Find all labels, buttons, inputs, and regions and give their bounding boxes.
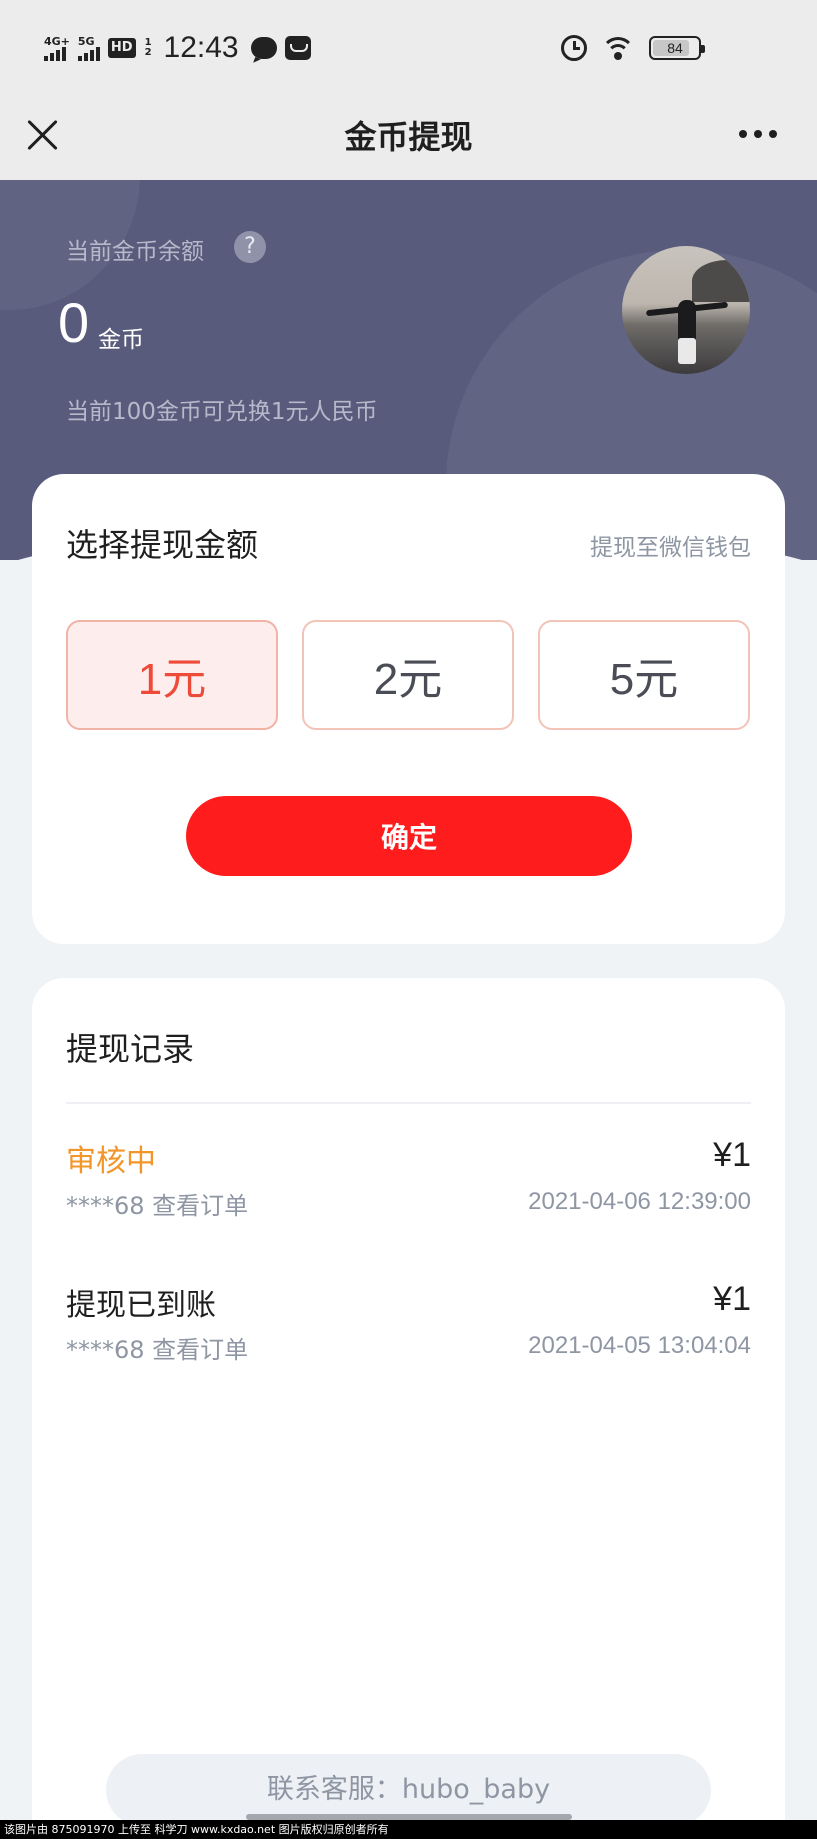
record-time: 2021-04-06 12:39:00: [528, 1188, 751, 1215]
status-bar-left: 4G+ 5G HD 1 2 12:43: [44, 28, 311, 68]
hd-sim-2: 2: [144, 47, 152, 58]
confirm-button[interactable]: 确定: [186, 796, 632, 876]
withdraw-amount-card: 选择提现金额 提现至微信钱包 1元 2元 5元 确定: [32, 474, 785, 944]
exchange-rate-text: 当前100金币可兑换1元人民币: [66, 399, 378, 425]
status-bar-right: 84: [561, 28, 705, 68]
battery-level: 84: [667, 40, 683, 56]
records-title: 提现记录: [66, 1030, 195, 1068]
record-status: 提现已到账: [66, 1288, 216, 1323]
record-amount: ¥1: [713, 1136, 751, 1174]
balance-value: 0: [58, 291, 90, 354]
hd-sim-indicator: 1 2: [145, 38, 152, 58]
battery-icon: 84: [649, 36, 705, 60]
withdraw-records-card: 提现记录 审核中 ¥1 ****68 查看订单 2021-04-06 12:39…: [32, 978, 785, 1839]
nav-bar: 金币提现: [0, 92, 817, 180]
record-row: 提现已到账 ¥1 ****68 查看订单 2021-04-05 13:04:04: [66, 1280, 751, 1380]
record-view-order-link[interactable]: ****68 查看订单: [66, 1330, 248, 1365]
avatar[interactable]: [622, 246, 750, 374]
withdraw-destination: 提现至微信钱包: [590, 535, 751, 561]
amount-option-5[interactable]: 5元: [538, 620, 750, 730]
wifi-icon: [601, 35, 635, 61]
amount-option-1[interactable]: 1元: [66, 620, 278, 730]
help-icon[interactable]: ?: [234, 231, 266, 263]
balance-label: 当前金币余额: [66, 239, 204, 265]
record-row: 审核中 ¥1 ****68 查看订单 2021-04-06 12:39:00: [66, 1136, 751, 1236]
hd-icon: HD: [107, 38, 136, 58]
page-title: 金币提现: [344, 118, 473, 156]
signal-4g-icon: 4G+: [44, 36, 70, 61]
record-amount: ¥1: [713, 1280, 751, 1318]
record-view-order-link[interactable]: ****68 查看订单: [66, 1186, 248, 1221]
select-amount-title: 选择提现金额: [66, 526, 259, 564]
balance-unit: 金币: [98, 327, 144, 353]
record-status: 审核中: [66, 1144, 156, 1179]
clock: 12:43: [163, 31, 239, 64]
network-type-label-2: 5G: [77, 34, 95, 48]
amount-options: 1元 2元 5元: [66, 620, 750, 730]
message-icon: [250, 37, 277, 59]
status-bar: 4G+ 5G HD 1 2 12:43 84: [0, 0, 817, 92]
more-icon[interactable]: [739, 130, 777, 138]
record-time: 2021-04-05 13:04:04: [528, 1332, 751, 1359]
watermark-text: 该图片由 875091970 上传至 科学刀 www.kxdao.net 图片版…: [0, 1820, 817, 1839]
app-notification-icon: [284, 36, 311, 60]
network-type-label: 4G+: [44, 34, 70, 48]
alarm-icon: [561, 35, 587, 61]
signal-5g-icon: 5G: [77, 34, 100, 61]
amount-option-2[interactable]: 2元: [302, 620, 514, 730]
divider: [66, 1102, 751, 1104]
